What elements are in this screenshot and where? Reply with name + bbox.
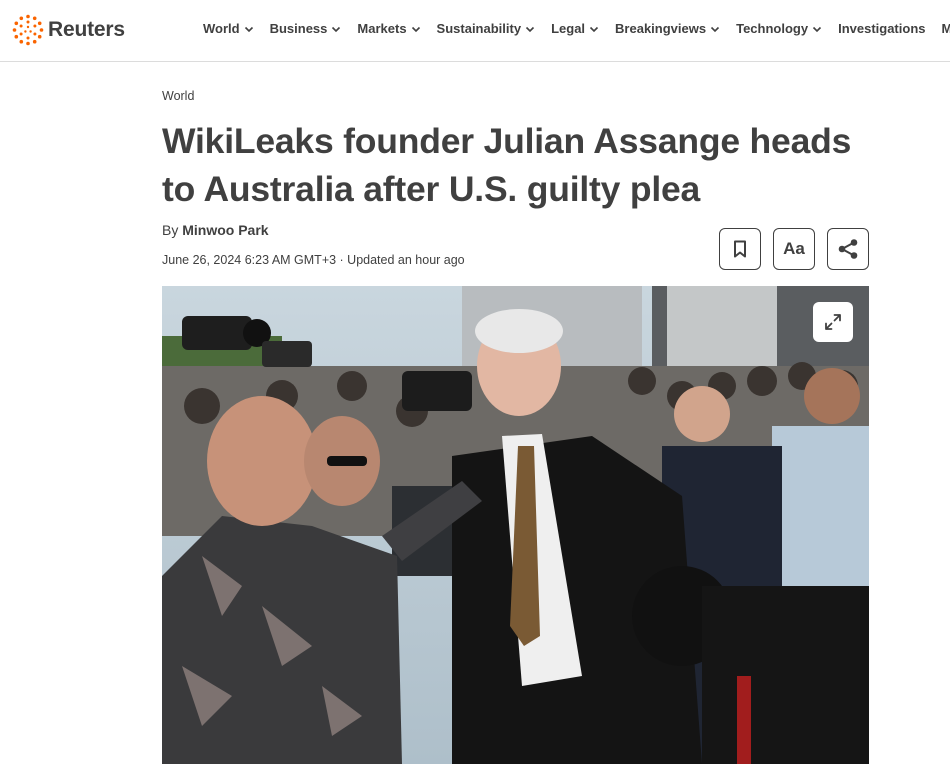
expand-icon — [825, 314, 841, 330]
chevron-down-icon — [813, 26, 822, 32]
main-nav: World Business Markets Sustainability Legal B… — [203, 21, 950, 36]
hero-photo[interactable] — [162, 286, 869, 764]
font-size-label: Aa — [783, 239, 805, 258]
article-headline: WikiLeaks founder Julian Assange heads t… — [162, 121, 852, 209]
logo-text: Reuters — [48, 18, 125, 41]
author-link[interactable]: Minwoo Park — [182, 222, 268, 238]
nav-item-breakingviews[interactable]: Breakingviews — [615, 21, 720, 36]
reuters-logo-icon — [12, 14, 44, 46]
nav-item-label: World — [203, 21, 240, 36]
chevron-down-icon — [711, 26, 720, 32]
nav-item-label: Markets — [357, 21, 407, 36]
nav-item-investigations[interactable]: Investigations — [838, 21, 925, 36]
nav-item-legal[interactable]: Legal — [551, 21, 599, 36]
nav-item-technology[interactable]: Technology — [736, 21, 822, 36]
section-kicker[interactable]: World — [162, 89, 194, 103]
expand-photo-button[interactable] — [813, 302, 853, 342]
nav-item-label: Technology — [736, 21, 809, 36]
nav-item-label: Business — [269, 21, 328, 36]
photo-illustration — [162, 286, 869, 764]
byline: By Minwoo Park — [162, 222, 269, 238]
nav-item-label: Sustainability — [436, 21, 522, 36]
dateline: June 26, 2024 6:23 AM GMT+3 · Updated an… — [162, 253, 465, 267]
chevron-down-icon — [244, 26, 253, 32]
share-icon — [838, 239, 858, 259]
reuters-logo[interactable]: Reuters — [12, 14, 125, 46]
site-header: Reuters World Business Markets Sustainabili… — [0, 0, 950, 62]
article-actions: Aa — [719, 228, 869, 270]
chevron-down-icon — [526, 26, 535, 32]
bookmark-icon — [734, 240, 746, 258]
nav-item-label: More — [941, 21, 950, 36]
nav-item-label: Legal — [551, 21, 586, 36]
chevron-down-icon — [332, 26, 341, 32]
nav-item-label: Breakingviews — [615, 21, 707, 36]
nav-item-sustainability[interactable]: Sustainability — [437, 21, 536, 36]
chevron-down-icon — [411, 26, 420, 32]
bookmark-button[interactable] — [719, 228, 761, 270]
nav-item-label: Investigations — [838, 21, 926, 36]
nav-item-world[interactable]: World — [203, 21, 254, 36]
share-button[interactable] — [827, 228, 869, 270]
byline-prefix: By — [162, 222, 179, 238]
chevron-down-icon — [589, 26, 599, 32]
nav-item-markets[interactable]: Markets — [357, 21, 420, 36]
nav-item-more[interactable]: More — [942, 21, 950, 36]
font-size-button[interactable]: Aa — [773, 228, 815, 270]
nav-item-business[interactable]: Business — [270, 21, 342, 36]
